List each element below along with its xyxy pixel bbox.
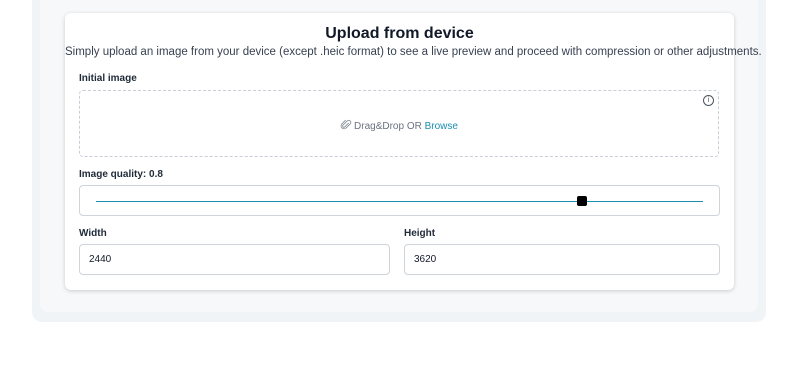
paperclip-icon	[340, 119, 352, 130]
browse-link[interactable]: Browse	[425, 121, 458, 132]
card-subtitle: Simply upload an image from your device …	[65, 46, 762, 58]
initial-image-label: Initial image	[79, 73, 137, 84]
image-dropzone[interactable]: i Drag&Drop OR Browse	[79, 90, 719, 157]
image-quality-slider[interactable]	[79, 185, 720, 216]
width-input[interactable]: 2440	[79, 244, 390, 275]
drop-text-row: Drag&Drop OR Browse	[80, 119, 718, 132]
height-label: Height	[404, 228, 436, 239]
drop-text: Drag&Drop OR	[354, 121, 425, 132]
height-input[interactable]: 3620	[404, 244, 720, 275]
upload-card: Upload from device Simply upload an imag…	[65, 13, 762, 290]
card-title: Upload from device	[325, 25, 474, 42]
info-icon[interactable]: i	[703, 95, 714, 106]
width-label: Width	[79, 228, 107, 239]
slider-track[interactable]	[96, 201, 703, 202]
image-quality-label: Image quality: 0.8	[79, 169, 163, 180]
slider-thumb[interactable]	[576, 196, 587, 206]
